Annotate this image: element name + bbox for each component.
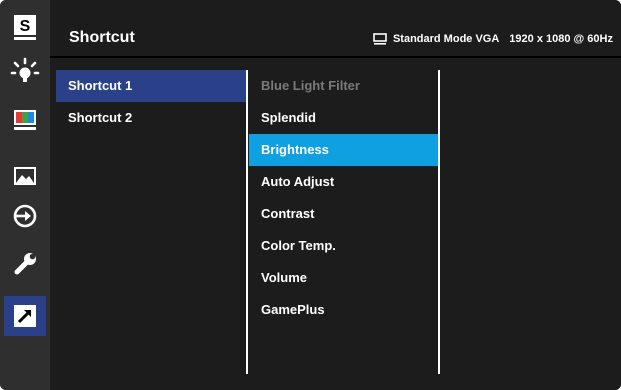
sidebar-item-blue-light[interactable]: [4, 52, 46, 92]
function-brightness[interactable]: Brightness: [249, 134, 438, 166]
column-divider-left: [246, 70, 248, 374]
column-divider-right: [438, 70, 440, 374]
function-color-temp[interactable]: Color Temp.: [249, 230, 438, 262]
status-mode: Standard Mode VGA: [392, 33, 500, 45]
page-title: Shortcut: [69, 29, 135, 46]
sidebar-item-shortcut[interactable]: [4, 296, 46, 336]
function-gameplus[interactable]: GamePlus: [249, 294, 438, 326]
image-icon: [14, 167, 36, 185]
status-resolution: 1920 x 1080 @ 60Hz: [509, 33, 613, 45]
system-setup-wrench-icon: [14, 253, 36, 275]
function-auto-adjust[interactable]: Auto Adjust: [249, 166, 438, 198]
status-info: Standard Mode VGA 1920 x 1080 @ 60Hz: [373, 29, 613, 49]
sidebar-item-input-select[interactable]: [4, 196, 46, 236]
shortcut-2-item[interactable]: Shortcut 2: [56, 102, 246, 134]
blue-light-icon: [10, 57, 40, 82]
header-bar: Shortcut Standard Mode VGA 1920 x 1080 @…: [50, 0, 621, 56]
sidebar: S: [0, 0, 50, 390]
shortcut-1-item[interactable]: Shortcut 1: [56, 70, 246, 102]
menu-content: Shortcut 1 Shortcut 2 Blue Light Filter …: [50, 58, 621, 390]
osd-menu: S Shortcut Standard Mode VGA 1920 x 1080…: [0, 0, 621, 390]
splendid-s-icon: S: [14, 15, 36, 40]
input-select-icon: [13, 204, 37, 228]
function-blue-light-filter[interactable]: Blue Light Filter: [249, 70, 438, 102]
function-splendid[interactable]: Splendid: [249, 102, 438, 134]
color-bars-icon: [14, 110, 36, 130]
sidebar-item-system-setup[interactable]: [4, 244, 46, 284]
function-contrast[interactable]: Contrast: [249, 198, 438, 230]
sidebar-item-image[interactable]: [4, 156, 46, 196]
sidebar-item-splendid[interactable]: S: [4, 8, 46, 48]
svg-text:S: S: [20, 18, 31, 35]
function-volume[interactable]: Volume: [249, 262, 438, 294]
sidebar-item-color[interactable]: [4, 100, 46, 140]
monitor-icon: [373, 33, 387, 45]
shortcut-arrow-icon: [14, 305, 36, 327]
